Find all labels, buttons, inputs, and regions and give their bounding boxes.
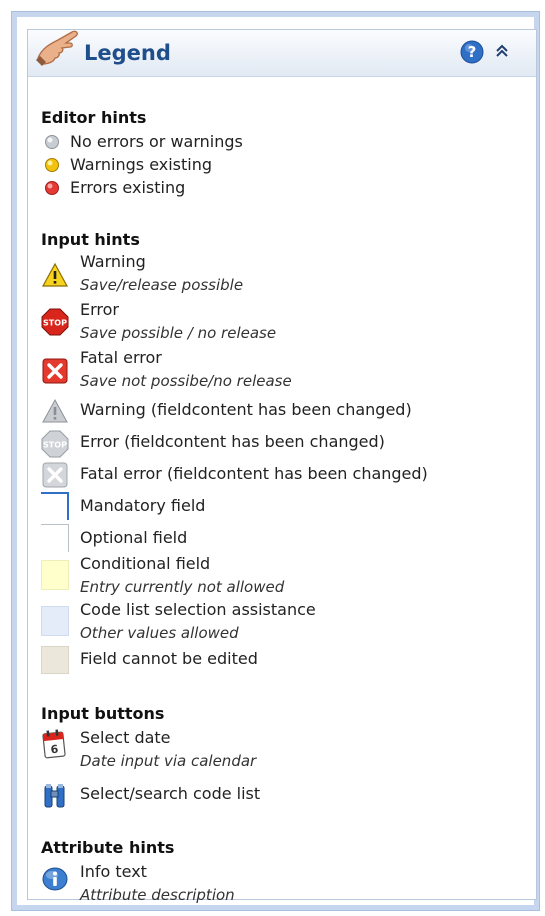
svg-text:STOP: STOP <box>43 319 67 328</box>
svg-text:STOP: STOP <box>43 441 67 450</box>
legend-item-label: Warnings existing <box>70 155 213 174</box>
grey-dot-icon <box>45 135 59 149</box>
collapse-chevron-icon[interactable] <box>494 43 510 59</box>
legend-item-label: Select date <box>80 728 171 747</box>
binoculars-icon <box>44 784 65 808</box>
legend-item-label: Conditional field <box>80 554 211 573</box>
stop-icon: STOP <box>41 308 69 336</box>
legend-item-label: No errors or warnings <box>70 132 243 151</box>
legend-item-label: Error <box>80 300 119 319</box>
mandatory-field-swatch <box>41 492 69 520</box>
legend-item-description: Save/release possible <box>80 276 244 294</box>
legend-item-description: Attribute description <box>80 886 235 904</box>
editor-hints-title: Editor hints <box>41 108 147 127</box>
legend-item-label: Code list selection assistance <box>80 600 316 619</box>
legend-item-label: Optional field <box>80 528 188 547</box>
input-buttons-title: Input buttons <box>41 704 165 723</box>
readonly-field-swatch <box>41 646 69 674</box>
input-hints-title: Input hints <box>41 230 140 249</box>
legend-panel: Legend ? Editor hints No errors or warni… <box>27 29 537 904</box>
legend-item-label: Fatal error (fieldcontent has been chang… <box>80 464 428 483</box>
legend-header: Legend ? <box>28 30 536 77</box>
svg-text:?: ? <box>468 43 477 61</box>
conditional-field-swatch <box>41 560 69 590</box>
code-list-field-swatch <box>41 606 69 636</box>
legend-item-label: Warning <box>80 252 146 271</box>
optional-field-swatch <box>41 524 69 552</box>
calendar-icon: 6 <box>42 729 66 759</box>
legend-item-description: Save possible / no release <box>80 324 277 342</box>
attribute-hints-title: Attribute hints <box>41 838 175 857</box>
info-icon <box>42 867 68 891</box>
legend-item-description: Entry currently not allowed <box>80 578 285 596</box>
warning-icon <box>41 262 69 287</box>
yellow-dot-icon <box>45 158 59 172</box>
fatal-error-grey-icon <box>42 462 68 488</box>
legend-item-description: Save not possibe/no release <box>80 372 292 390</box>
pointing-hand-icon <box>36 30 78 66</box>
legend-item-description: Date input via calendar <box>80 752 257 770</box>
legend-item-label: Fatal error <box>80 348 162 367</box>
legend-item-label: Errors existing <box>70 178 186 197</box>
legend-frame: Legend ? Editor hints No errors or warni… <box>11 11 540 911</box>
legend-title: Legend <box>84 41 171 65</box>
legend-item-label: Info text <box>80 862 147 881</box>
legend-item-label: Mandatory field <box>80 496 206 515</box>
fatal-error-icon <box>42 358 68 384</box>
legend-item-label: Warning (fieldcontent has been changed) <box>80 400 412 419</box>
stop-grey-icon: STOP <box>41 430 69 458</box>
legend-item-label: Error (fieldcontent has been changed) <box>80 432 385 451</box>
warning-grey-icon <box>42 398 68 423</box>
legend-item-description: Other values allowed <box>80 624 239 642</box>
legend-item-label: Select/search code list <box>80 784 261 803</box>
legend-item-label: Field cannot be edited <box>80 649 258 668</box>
help-icon[interactable]: ? <box>460 40 484 64</box>
red-dot-icon <box>45 181 59 195</box>
